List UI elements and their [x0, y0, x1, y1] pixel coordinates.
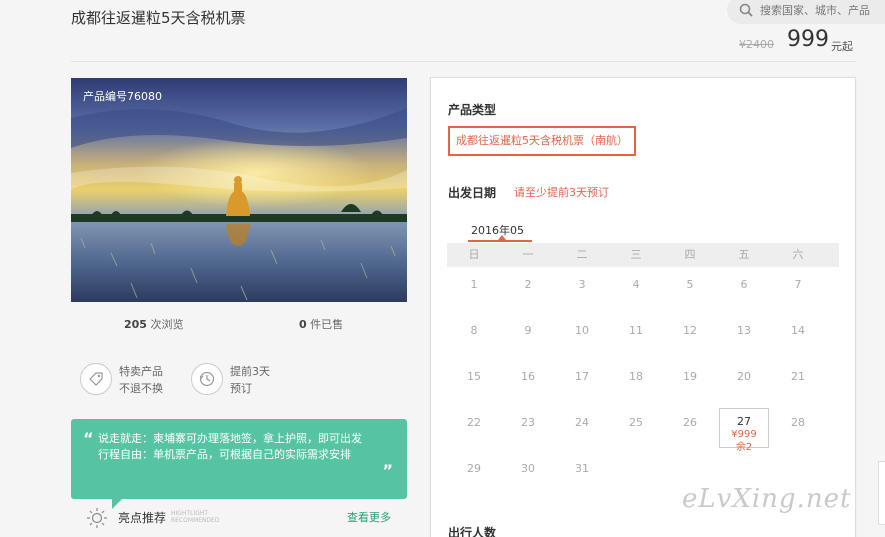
calendar-day: 21	[791, 370, 805, 383]
original-price: ¥2400	[739, 38, 774, 51]
page-title: 成都往返暹粒5天含税机票	[71, 9, 246, 27]
feature-special-sale: 特卖产品 不退不换	[80, 363, 163, 397]
feature-advance-booking: 提前3天 预订	[191, 363, 270, 397]
clock-icon	[191, 363, 223, 395]
weekday-label: 三	[630, 248, 642, 261]
departure-date-title: 出发日期	[448, 186, 497, 200]
booking-panel: 产品类型 成都往返暹粒5天含税机票（南航） 出发日期 请至少提前3天预订 20 1…	[430, 77, 856, 537]
calendar-day: 15	[467, 370, 481, 383]
calendar-day: 10	[575, 324, 589, 337]
product-number: 产品编号76080	[83, 90, 162, 103]
current-price: 999	[787, 27, 829, 52]
search-icon	[739, 3, 753, 17]
highlight-text: 说走就走：柬埔寨可办理落地签，拿上护照，即可出发	[98, 432, 362, 445]
view-more-link[interactable]: 查看更多	[347, 509, 391, 525]
travelers-title: 出行人数	[448, 526, 497, 537]
site-watermark: eLvXing.net	[682, 484, 852, 514]
product-type-option[interactable]: 成都往返暹粒5天含税机票（南航）	[448, 126, 636, 156]
feature-line: 不退不换	[119, 382, 163, 395]
calendar-day: 30	[521, 462, 535, 475]
calendar-day: 3	[578, 278, 586, 291]
calendar-day: 14	[791, 324, 805, 337]
buddha-lake-image	[71, 78, 407, 302]
product-type-title: 产品类型	[448, 103, 497, 117]
calendar-day: 9	[524, 324, 532, 337]
day-remaining: 余2	[735, 442, 753, 453]
calendar-day: 25	[629, 416, 643, 429]
caret-up-icon	[498, 235, 506, 240]
calendar-day: 2	[524, 278, 532, 291]
calendar-day: 22	[467, 416, 481, 429]
calendar-day: 17	[575, 370, 589, 383]
calendar-day: 4	[632, 278, 640, 291]
sold-count: 0	[299, 318, 307, 331]
weekday-label: 日	[468, 248, 480, 261]
weekday-label: 一	[522, 248, 534, 261]
feature-line: 预订	[230, 382, 252, 395]
sold-label: 件已售	[310, 318, 344, 331]
day-price: ¥999	[731, 429, 757, 440]
calendar-day: 20	[737, 370, 751, 383]
tag-icon	[80, 363, 112, 395]
booking-hint: 请至少提前3天预订	[514, 186, 609, 199]
product-photo: 产品编号76080	[71, 78, 407, 302]
highlight-sublabel: HIGHTLIGHT RECOMMENDED	[171, 510, 220, 524]
calendar-day: 7	[794, 278, 802, 291]
calendar-day: 31	[575, 462, 589, 475]
calendar-day: 23	[521, 416, 535, 429]
highlight-label: 亮点推荐	[118, 510, 167, 525]
search-input[interactable]	[760, 3, 885, 17]
weekday-label: 六	[792, 248, 804, 261]
weekday-label: 二	[576, 248, 588, 261]
highlight-bar: 亮点推荐 HIGHTLIGHT RECOMMENDED 查看更多	[86, 506, 391, 528]
calendar-day: 26	[683, 416, 697, 429]
calendar-day: 24	[575, 416, 589, 429]
calendar-day-available[interactable]: 27 ¥999 余2	[719, 408, 769, 453]
views-label: 次浏览	[150, 318, 184, 331]
sun-icon	[87, 508, 107, 528]
highlight-text: 行程自由：单机票产品，可根据自己的实际需求安排	[98, 448, 351, 461]
search-box[interactable]	[727, 0, 885, 24]
highlight-quote: “ 说走就走：柬埔寨可办理落地签，拿上护照，即可出发 行程自由：单机票产品，可根…	[71, 419, 407, 499]
sold-stat: 0 件已售	[299, 316, 343, 332]
feature-line: 特卖产品	[119, 365, 163, 378]
product-page: 成都往返暹粒5天含税机票 ¥2400 999 元起	[0, 0, 885, 537]
calendar-day: 19	[683, 370, 697, 383]
calendar-day: 11	[629, 324, 643, 337]
views-count: 205	[124, 318, 147, 331]
side-scroll-tab[interactable]	[878, 461, 885, 525]
calendar-weekdays: 日一二三四五六	[447, 243, 839, 267]
calendar-day: 29	[467, 462, 481, 475]
calendar-day: 16	[521, 370, 535, 383]
weekday-label: 五	[738, 248, 750, 261]
feature-line: 提前3天	[230, 365, 270, 378]
calendar-day: 5	[686, 278, 694, 291]
calendar-day: 6	[740, 278, 748, 291]
calendar-day: 28	[791, 416, 805, 429]
calendar-day: 13	[737, 324, 751, 337]
close-quote-icon: ”	[382, 461, 393, 480]
calendar-days: 1 2 3 4 5 6 7 8 9 10 11 12 13 14 15 16 17 18 19 20 21 22 23 24 2…	[447, 267, 839, 497]
day-number: 27	[737, 415, 751, 428]
calendar: 日一二三四五六 1 2 3 4 5 6 7 8 9 10 11 12 13 14 15 16 17 18 19 20 2…	[447, 243, 839, 497]
calendar-day: 1	[470, 278, 478, 291]
header-divider	[71, 61, 856, 62]
open-quote-icon: “	[83, 429, 94, 448]
price-unit: 元起	[831, 40, 853, 53]
calendar-day: 18	[629, 370, 643, 383]
month-underline	[468, 240, 532, 242]
calendar-day: 12	[683, 324, 697, 337]
weekday-label: 四	[684, 248, 696, 261]
views-stat: 205 次浏览	[124, 316, 183, 332]
calendar-day: 8	[470, 324, 478, 337]
